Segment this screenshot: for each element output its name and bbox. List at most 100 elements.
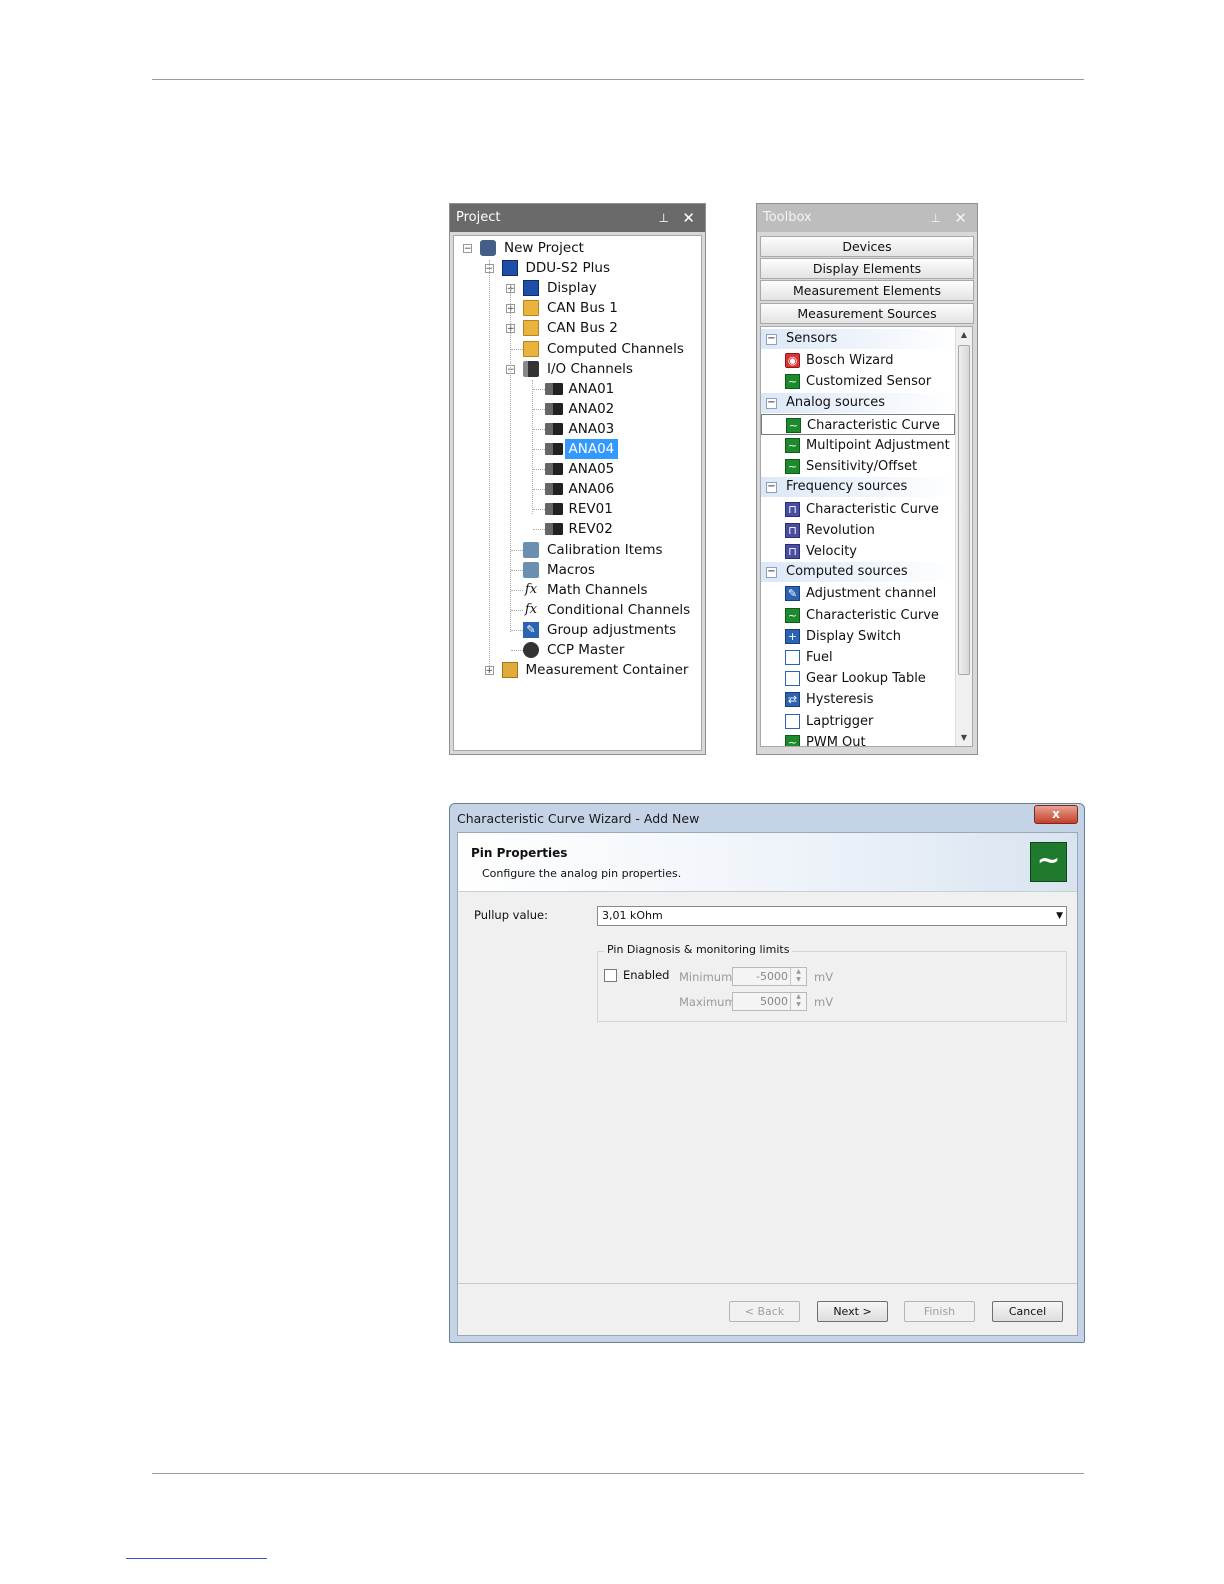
- tree-item[interactable]: Group adjustments: [543, 620, 680, 640]
- tree-item[interactable]: CAN Bus 2: [543, 318, 622, 338]
- minimum-value: -5000: [756, 970, 788, 983]
- toolbox-group[interactable]: − Computed sources: [761, 562, 955, 583]
- toolbox-group[interactable]: − Frequency sources: [761, 477, 955, 498]
- tree-item[interactable]: ANA05: [565, 459, 619, 479]
- toolbox-item[interactable]: ✎ Adjustment channel: [761, 583, 955, 604]
- toolbox-item[interactable]: ~ Sensitivity/Offset: [761, 456, 955, 477]
- collapse-icon[interactable]: −: [766, 334, 777, 345]
- tree-item[interactable]: New Project: [500, 238, 588, 258]
- chevron-down-icon[interactable]: ▼: [1056, 907, 1063, 925]
- display-switch-icon: +: [785, 628, 800, 644]
- toolbox-group[interactable]: − Analog sources: [761, 392, 955, 413]
- toolbox-item[interactable]: + Display Switch: [761, 626, 955, 647]
- tree-item[interactable]: I/O Channels: [543, 359, 637, 379]
- tree-item[interactable]: Math Channels: [543, 580, 652, 600]
- tree-item[interactable]: ANA01: [565, 379, 619, 399]
- maximum-stepper[interactable]: 5000 ▲ ▼: [732, 992, 807, 1011]
- folder-icon: [523, 320, 539, 337]
- pin-connector-icon: [544, 523, 563, 536]
- toolbox-item[interactable]: ◷ Laptrigger: [761, 711, 955, 732]
- tree-item[interactable]: Computed Channels: [543, 339, 688, 359]
- tab-measurement-elements[interactable]: Measurement Elements: [760, 280, 974, 301]
- scroll-up-icon[interactable]: ▲: [956, 327, 972, 343]
- toolbox-item[interactable]: ◉ Bosch Wizard: [761, 350, 955, 371]
- toolbox-item[interactable]: ~ PWM Out: [761, 732, 955, 746]
- next-button[interactable]: Next >: [817, 1301, 888, 1322]
- finish-button[interactable]: Finish: [904, 1301, 975, 1322]
- scroll-thumb[interactable]: [958, 345, 970, 675]
- toolbox-list: − Sensors ◉ Bosch Wizard ~ Customized Sensor −…: [760, 326, 973, 747]
- tab-display-elements[interactable]: Display Elements: [760, 258, 974, 279]
- toolbox-item-label: Revolution: [806, 522, 875, 538]
- collapse-icon[interactable]: −: [766, 397, 777, 409]
- tree-item[interactable]: REV02: [565, 519, 617, 539]
- expand-toggle-icon[interactable]: −: [463, 244, 472, 254]
- tab-devices[interactable]: Devices: [760, 236, 974, 257]
- toolbox-item-label: Display Switch: [806, 628, 902, 644]
- toolbox-item[interactable]: ⊓ Characteristic Curve: [761, 499, 955, 520]
- project-panel: Project ⊥ ✕ − New Project − DDU-S2 Plus + Dis…: [449, 203, 706, 755]
- cancel-button[interactable]: Cancel: [992, 1301, 1063, 1322]
- stepper-arrows-icon[interactable]: ▲ ▼: [790, 968, 806, 985]
- enabled-checkbox[interactable]: [604, 969, 617, 982]
- tree-connector: [511, 589, 523, 591]
- toolbox-group-label: Frequency sources: [786, 479, 908, 495]
- toolbox-scrollbar[interactable]: ▲ ▼: [955, 327, 972, 746]
- tree-item[interactable]: CCP Master: [543, 640, 628, 660]
- pin-icon[interactable]: ⊥: [931, 204, 941, 232]
- toolbox-item-label: Characteristic Curve: [806, 607, 939, 623]
- toolbox-item[interactable]: ~ Characteristic Curve: [761, 605, 955, 626]
- tree-item[interactable]: Measurement Container: [522, 660, 693, 680]
- tree-connector: [532, 449, 545, 450]
- back-button[interactable]: < Back: [729, 1301, 800, 1322]
- tree-item-label: ANA03: [568, 420, 615, 437]
- pin-icon[interactable]: ⊥: [659, 204, 669, 232]
- toolbox-item[interactable]: ~ Characteristic Curve: [761, 413, 955, 435]
- tree-item[interactable]: DDU-S2 Plus: [522, 258, 614, 278]
- project-titlebar: Project ⊥ ✕: [450, 204, 705, 232]
- tree-item[interactable]: ANA06: [565, 479, 619, 499]
- toolbox-item[interactable]: ▤ Fuel: [761, 647, 955, 668]
- tree-item[interactable]: Calibration Items: [543, 540, 667, 560]
- toolbox-item[interactable]: ⊓ Revolution: [761, 520, 955, 541]
- toolbox-item-label: Adjustment channel: [806, 586, 937, 602]
- pin-connector-icon: [544, 443, 563, 455]
- collapse-icon[interactable]: −: [766, 567, 777, 579]
- maximum-unit: mV: [814, 995, 834, 1009]
- stepper-arrows-icon[interactable]: ▲ ▼: [790, 993, 806, 1010]
- ccp-icon: [523, 642, 539, 658]
- toolbox-item[interactable]: ▦ Gear Lookup Table: [761, 668, 955, 689]
- pullup-select[interactable]: 3,01 kOhm ▼: [597, 906, 1067, 926]
- toolbox-item[interactable]: ⇄ Hysteresis: [761, 689, 955, 710]
- pin-connector-icon: [544, 463, 563, 476]
- collapse-icon[interactable]: −: [766, 482, 777, 494]
- toolbox-item-label: Hysteresis: [806, 692, 874, 708]
- tree-connector: [511, 348, 523, 350]
- tree-item-label: ANA02: [568, 400, 615, 417]
- tree-item[interactable]: Display: [543, 278, 601, 298]
- tree-item-label: Group adjustments: [547, 621, 677, 638]
- minimum-stepper[interactable]: -5000 ▲ ▼: [732, 967, 807, 986]
- curve-icon: ~: [785, 459, 800, 475]
- toolbox-item[interactable]: ⊓ Velocity: [761, 541, 955, 562]
- tree-item[interactable]: ANA02: [565, 399, 619, 419]
- footer-link-underline: [126, 1558, 267, 1559]
- toolbox-item[interactable]: ~ Customized Sensor: [761, 371, 955, 392]
- wizard-close-button[interactable]: x: [1034, 805, 1078, 824]
- fuel-icon: ▤: [785, 650, 800, 665]
- tab-measurement-sources[interactable]: Measurement Sources: [760, 303, 974, 324]
- tree-item[interactable]: Macros: [543, 560, 599, 580]
- wizard-title: Characteristic Curve Wizard - Add New: [457, 811, 700, 826]
- characteristic-curve-wizard: Characteristic Curve Wizard - Add New x …: [449, 803, 1085, 1343]
- tree-item[interactable]: ANA04: [564, 439, 619, 459]
- toolbox-item[interactable]: ~ Multipoint Adjustment: [761, 435, 955, 456]
- tree-item[interactable]: Conditional Channels: [543, 600, 694, 620]
- toolbox-group[interactable]: − Sensors: [761, 329, 955, 349]
- tree-item[interactable]: REV01: [565, 499, 617, 519]
- tree-item[interactable]: ANA03: [565, 419, 619, 439]
- toolbox-group-label: Sensors: [786, 331, 838, 346]
- close-icon[interactable]: ✕: [954, 204, 967, 232]
- scroll-down-icon[interactable]: ▼: [956, 730, 972, 746]
- close-icon[interactable]: ✕: [682, 204, 695, 232]
- tree-item[interactable]: CAN Bus 1: [543, 298, 622, 318]
